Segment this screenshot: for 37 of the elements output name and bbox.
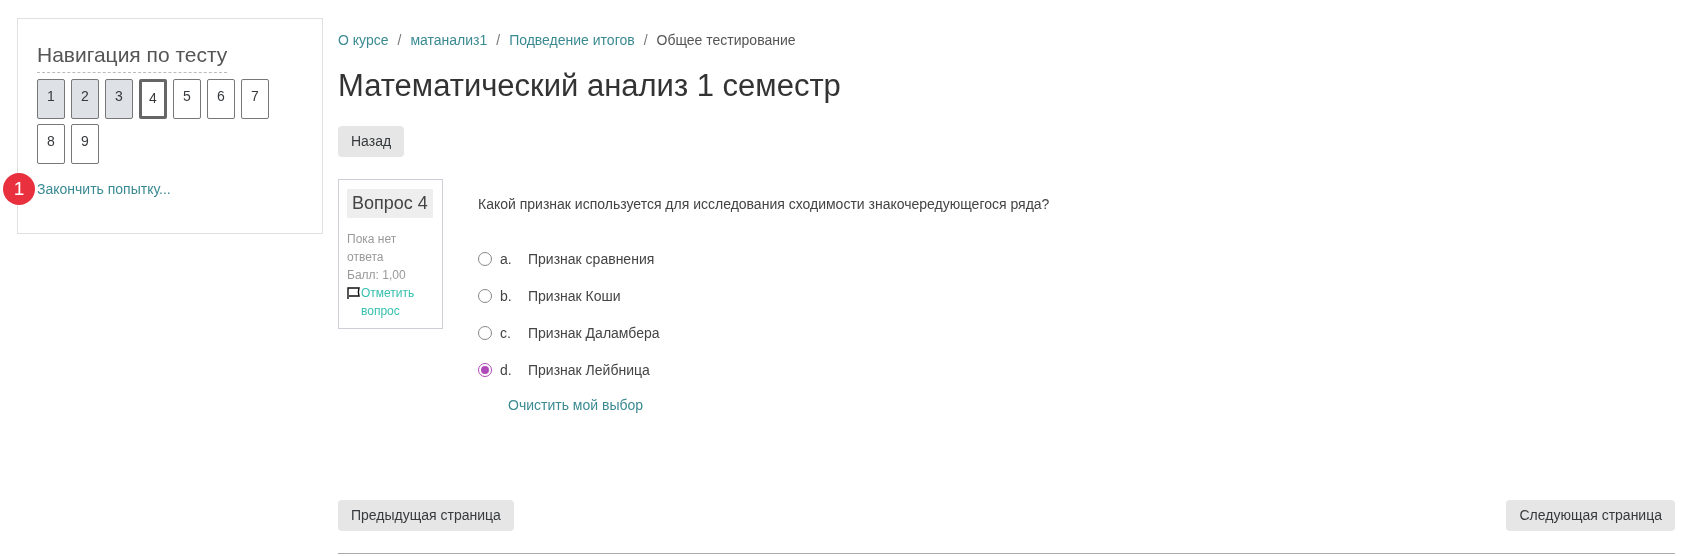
option-label: Признак сравнения (528, 249, 655, 269)
question-text: Какой признак используется для исследования сходимости знакочередующегося ряда? (478, 194, 1050, 214)
option-letter: d. (500, 360, 513, 380)
breadcrumb-separator: / (397, 31, 402, 50)
back-button[interactable]: Назад (338, 125, 405, 157)
question-status: Пока нет ответа (347, 230, 398, 266)
question-number-button[interactable]: 3 (105, 78, 133, 119)
question-number-button[interactable]: 6 (207, 78, 235, 119)
flag-icon (347, 286, 361, 300)
next-page-button[interactable]: Следующая страница (1506, 499, 1675, 531)
breadcrumb-link[interactable]: матанализ1 (410, 30, 488, 51)
breadcrumb-separator: / (496, 31, 501, 50)
panel-title: Навигация по тесту (37, 39, 228, 73)
breadcrumb-link[interactable]: Подведение итогов (509, 30, 635, 51)
question-heading: Вопрос 4 (347, 188, 433, 218)
question-number-button[interactable]: 7 (241, 78, 269, 119)
option-letter: b. (500, 286, 513, 306)
question-number-button[interactable]: 9 (71, 123, 99, 164)
option-letter: a. (500, 249, 513, 269)
clear-choice-link[interactable]: Очистить мой выбор (508, 394, 1050, 416)
breadcrumb-separator: / (643, 31, 648, 50)
option-letter: c. (500, 323, 512, 343)
option-label: Признак Даламбера (528, 323, 660, 343)
question-number-button[interactable]: 5 (173, 78, 201, 119)
question-number-button[interactable]: 4 (139, 78, 167, 119)
page-title: Математический анализ 1 семестр (338, 67, 842, 105)
question-number-button[interactable]: 8 (37, 123, 65, 164)
breadcrumb-link[interactable]: О курсе (338, 30, 389, 51)
option-label: Признак Коши (528, 286, 621, 306)
breadcrumb-current: Общее тестирование (656, 31, 796, 50)
finish-attempt-link[interactable]: Закончить попытку... (37, 178, 171, 200)
question-number-button[interactable]: 2 (71, 78, 99, 119)
question-number-button[interactable]: 1 (37, 78, 65, 119)
notification-badge: 1 (3, 173, 35, 205)
question-grade: Балл: 1,00 (347, 266, 407, 284)
previous-page-button[interactable]: Предыдущая страница (338, 499, 514, 531)
option-label: Признак Лейбница (528, 360, 650, 380)
